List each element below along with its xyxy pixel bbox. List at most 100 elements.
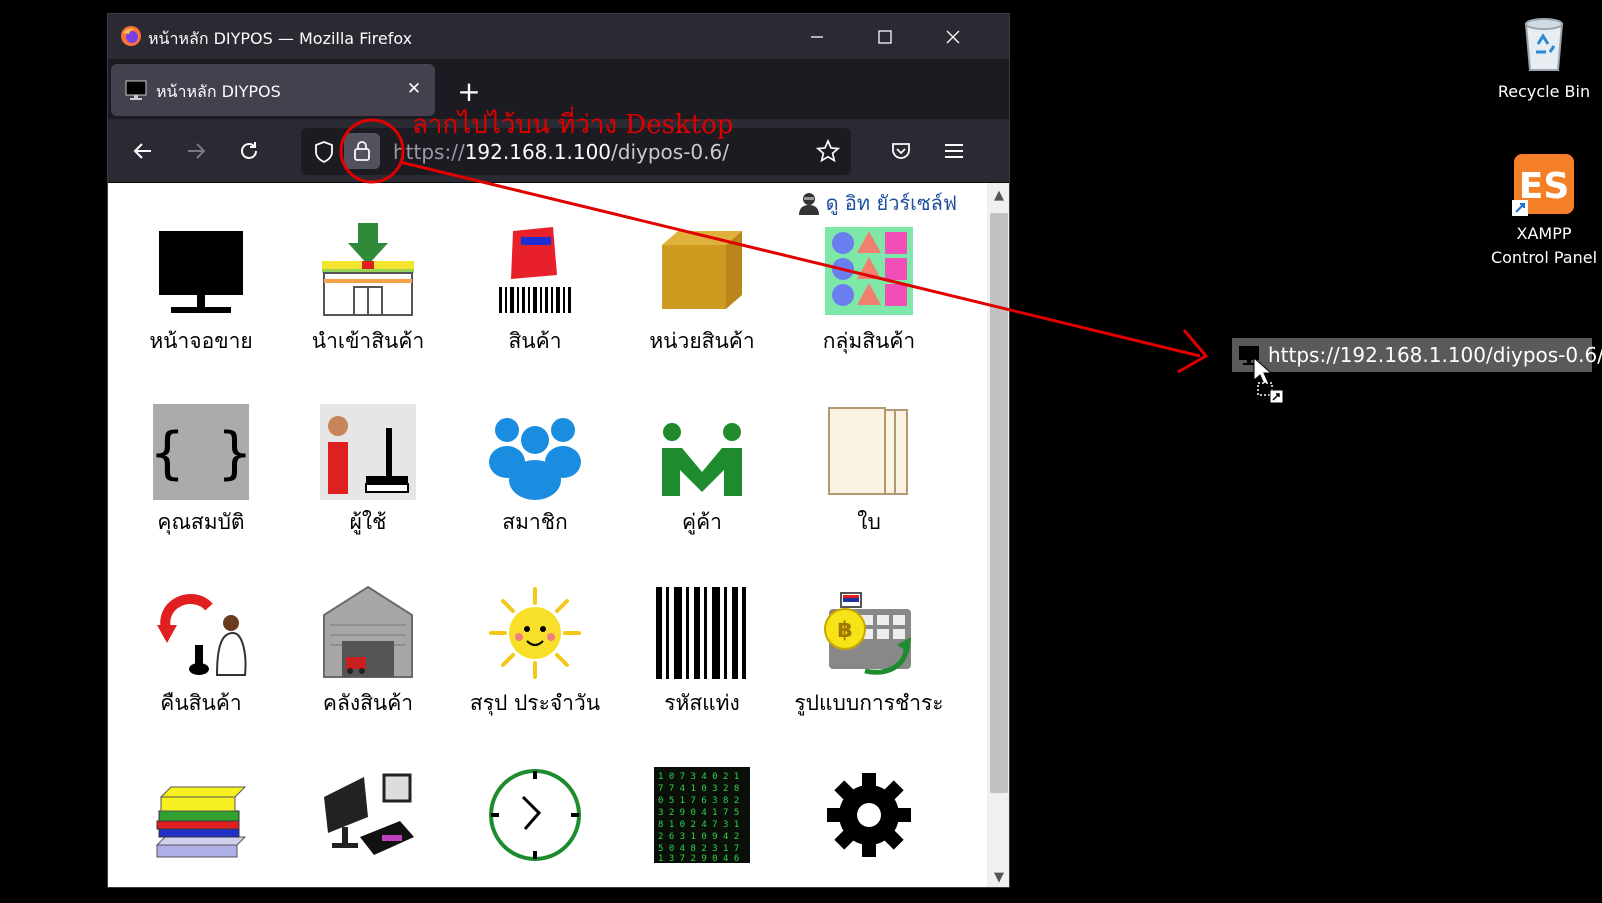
partner-m-icon — [654, 404, 750, 500]
menu-label: นำเข้าสินค้า — [311, 329, 425, 353]
menu-label: คู่ค้า — [682, 510, 722, 534]
menu-item[interactable]: หน่วยสินค้า — [622, 223, 782, 358]
pocket-icon — [892, 143, 910, 159]
scrollbar-thumb[interactable] — [990, 213, 1008, 793]
gear-icon — [821, 767, 917, 863]
close-window-button[interactable] — [919, 14, 987, 59]
braces-icon: { } — [153, 404, 249, 500]
scroll-down-arrow-icon[interactable]: ▼ — [987, 865, 1009, 887]
clock-icon — [487, 767, 583, 863]
dragged-url-text: https://192.168.1.100/diypos-0.6/ — [1268, 343, 1602, 367]
scroll-up-arrow-icon[interactable]: ▲ — [987, 183, 1009, 207]
svg-text:1 0 7 3 4 0 2 1: 1 0 7 3 4 0 2 1 — [658, 772, 739, 782]
back-button[interactable] — [125, 133, 161, 169]
payment-icon: ฿ — [821, 585, 917, 681]
shapes-group-icon — [825, 227, 913, 315]
menu-label: คลังสินค้า — [322, 691, 414, 715]
star-icon — [816, 139, 840, 163]
page-content: ดู อิท ยัวร์เซล์ฟ หน้าจอขาย นำเข้าสินค้า — [108, 183, 987, 887]
minimize-button[interactable] — [783, 14, 851, 59]
close-icon — [946, 30, 960, 43]
menu-label: สรุป ประจำวัน — [469, 691, 601, 715]
lock-icon — [354, 141, 370, 161]
back-arrow-icon — [133, 143, 151, 159]
page-scrollbar[interactable]: ▲ ▼ — [987, 183, 1009, 887]
hamburger-menu-icon — [945, 144, 963, 158]
menu-item[interactable]: หน้าจอขาย — [121, 223, 281, 358]
menu-item[interactable]: ฿ รูปแบบการชำระ — [789, 585, 949, 720]
monitor-favicon-icon — [125, 80, 147, 100]
annotation-arrowhead — [1177, 329, 1209, 374]
menu-item[interactable]: กลุ่มสินค้า — [789, 223, 949, 358]
minimize-icon — [811, 35, 823, 38]
menu-item[interactable]: ใบ — [789, 404, 949, 539]
xampp-icon: ES — [1512, 154, 1574, 216]
user-profile-link[interactable]: ดู อิท ยัวร์เซล์ฟ — [798, 187, 957, 219]
menu-item[interactable]: คู่ค้า — [622, 404, 782, 539]
shield-icon — [315, 141, 333, 164]
svg-text:8 1 0 2 4 7 3 1: 8 1 0 2 4 7 3 1 — [658, 820, 739, 830]
sun-icon — [487, 585, 583, 681]
monitor-icon — [153, 223, 249, 319]
menu-item[interactable] — [121, 767, 281, 869]
forward-arrow-icon — [188, 143, 206, 159]
tab-close-icon[interactable]: ✕ — [403, 78, 425, 100]
menu-item[interactable] — [288, 767, 448, 869]
svg-text:7 7 4 1 0 3 2 8: 7 7 4 1 0 3 2 8 — [658, 784, 739, 794]
forward-button[interactable] — [178, 133, 214, 169]
menu-label: รหัสแท่ง — [664, 691, 740, 715]
tab-diypos[interactable]: หน้าหลัก DIYPOS ✕ — [111, 64, 435, 116]
desktop-icon-xampp[interactable]: ES XAMPP Control Panel — [1484, 152, 1602, 270]
tab-title: หน้าหลัก DIYPOS — [156, 82, 281, 101]
pocket-button[interactable] — [883, 133, 919, 169]
svg-text:5 0 4 8 2 3 1 7: 5 0 4 8 2 3 1 7 — [658, 844, 739, 854]
menu-label: คุณสมบัติ — [157, 510, 245, 534]
menu-item[interactable]: สินค้า — [455, 223, 615, 358]
menu-item[interactable]: รหัสแท่ง — [622, 585, 782, 720]
menu-item[interactable]: นำเข้าสินค้า — [288, 223, 448, 358]
menu-item[interactable]: สมาชิก — [455, 404, 615, 539]
svg-text:1 3 7 2 9 0 4 6: 1 3 7 2 9 0 4 6 — [658, 854, 739, 863]
user-avatar-icon — [798, 193, 819, 215]
devices-icon — [320, 767, 416, 863]
menu-item[interactable]: 1 0 7 3 4 0 2 1 7 7 4 1 0 3 2 8 0 5 1 7 6 … — [622, 767, 782, 869]
barcode-icon — [654, 585, 750, 681]
svg-text:0 5 1 7 6 3 8 2: 0 5 1 7 6 3 8 2 — [658, 796, 739, 806]
menu-item[interactable]: สรุป ประจำวัน — [455, 585, 615, 720]
menu-label: ผู้ใช้ — [349, 510, 387, 534]
title-bar[interactable]: หน้าหลัก DIYPOS — Mozilla Firefox — [108, 14, 1009, 59]
menu-item[interactable]: { } คุณสมบัติ — [121, 404, 281, 539]
xampp-label-line1: XAMPP — [1516, 224, 1572, 243]
menu-label: ใบ — [857, 510, 881, 534]
reload-button[interactable] — [231, 133, 267, 169]
box-icon — [654, 223, 750, 319]
menu-item[interactable]: คลังสินค้า — [288, 585, 448, 720]
menu-item[interactable]: ผู้ใช้ — [288, 404, 448, 539]
recycle-bin-icon — [1524, 18, 1564, 71]
recycle-bin-label: Recycle Bin — [1497, 82, 1591, 101]
maximize-button[interactable] — [851, 14, 919, 59]
reload-icon — [241, 142, 257, 159]
user-name: ดู อิท ยัวร์เซล์ฟ — [825, 191, 957, 215]
menu-label: รูปแบบการชำระ — [794, 691, 944, 715]
bookmark-button[interactable] — [815, 138, 841, 164]
menu-item[interactable]: คืนสินค้า — [121, 585, 281, 720]
user-computer-icon — [320, 404, 416, 500]
app-menu-button[interactable] — [936, 133, 972, 169]
firefox-logo-icon — [121, 26, 141, 46]
warehouse-icon — [320, 585, 416, 681]
desktop-icon-recycle-bin[interactable]: Recycle Bin — [1484, 10, 1602, 104]
site-security-button[interactable] — [344, 133, 380, 169]
return-goods-icon — [153, 585, 249, 681]
menu-item[interactable] — [789, 767, 949, 869]
xampp-label-line2: Control Panel — [1490, 248, 1598, 267]
menu-label: สมาชิก — [502, 510, 568, 534]
import-goods-icon — [320, 223, 416, 319]
annotation-text: ลากไปไว้บน ที่ว่าง Desktop — [412, 110, 734, 140]
matrix-code-icon: 1 0 7 3 4 0 2 1 7 7 4 1 0 3 2 8 0 5 1 7 6 … — [654, 767, 750, 863]
members-icon — [487, 404, 583, 500]
menu-item[interactable] — [455, 767, 615, 869]
tracking-protection-button[interactable] — [311, 139, 337, 165]
menu-label: หน่วยสินค้า — [649, 329, 755, 353]
svg-text:3 2 9 0 4 1 7 5: 3 2 9 0 4 1 7 5 — [658, 808, 739, 818]
